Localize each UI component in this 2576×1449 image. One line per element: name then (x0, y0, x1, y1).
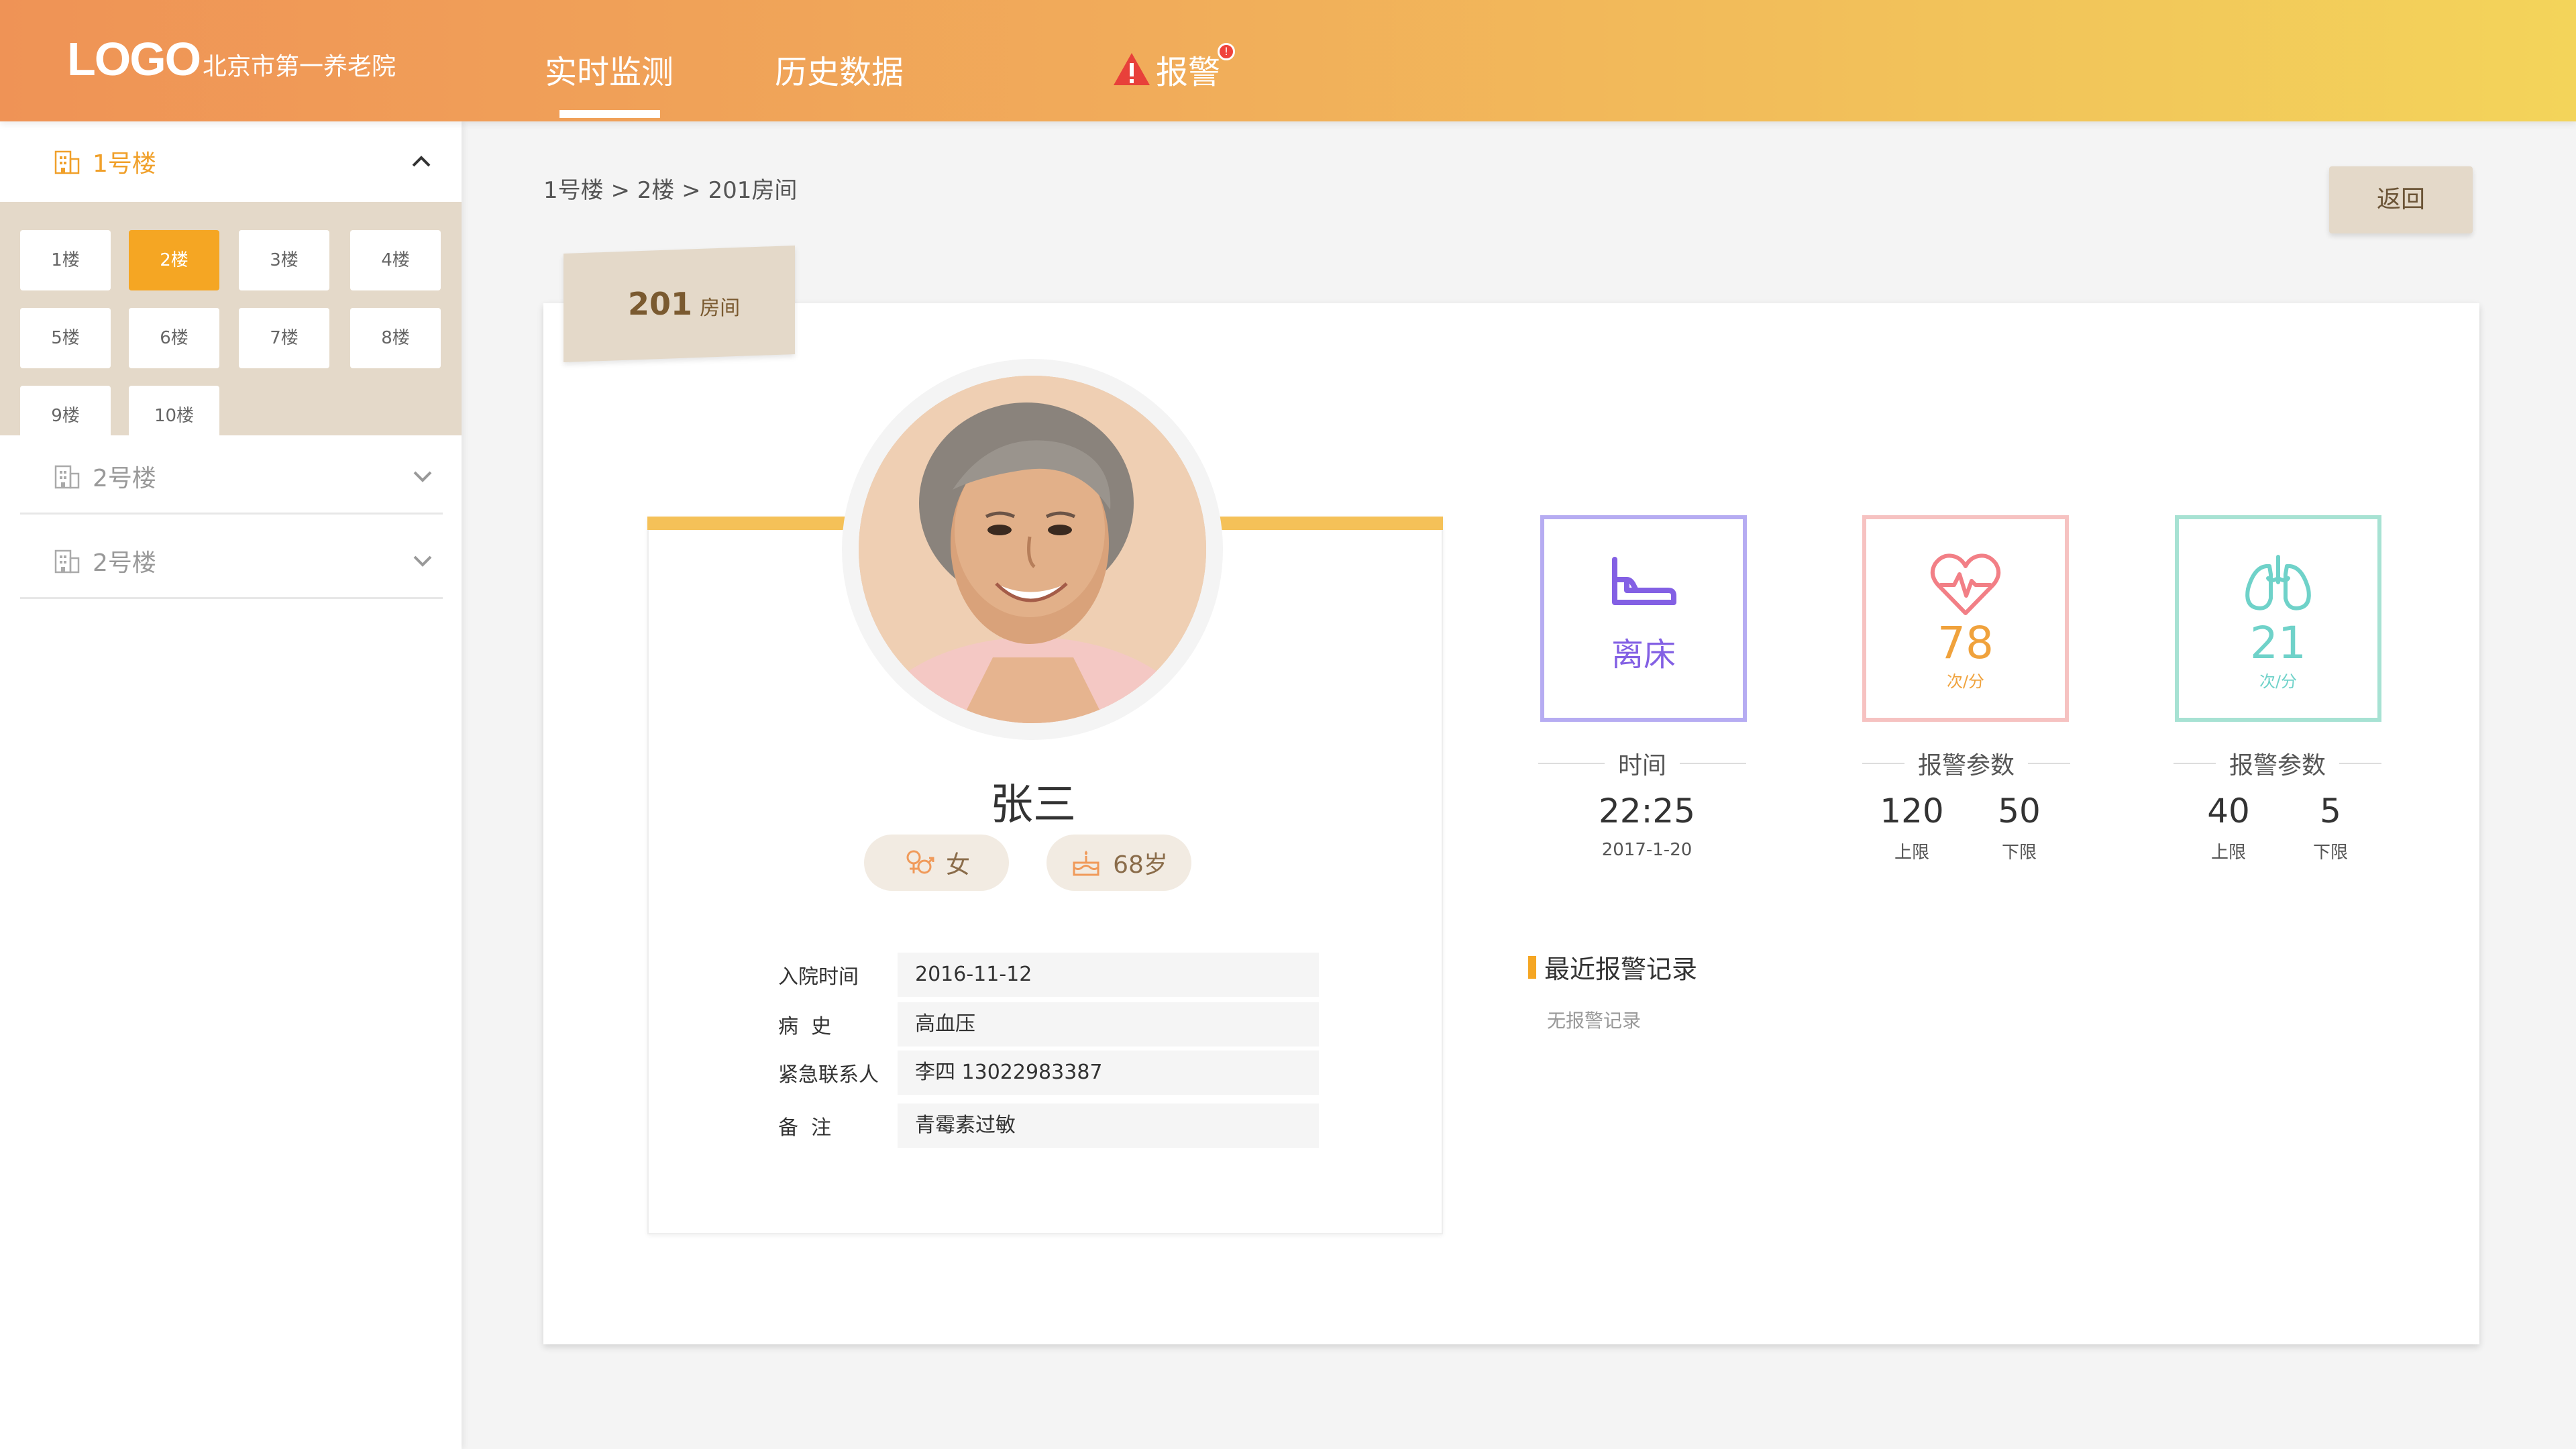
heart-upper-label: 上限 (1894, 843, 1929, 863)
respiration-monitor[interactable]: 21 次/分 (2175, 515, 2381, 722)
cake-icon (1073, 851, 1099, 876)
building-label: 2号楼 (93, 464, 156, 492)
building-icon (54, 465, 80, 488)
building-3-header[interactable]: 2号楼 (20, 524, 443, 599)
org-name: 北京市第一养老院 (203, 53, 396, 80)
resident-name: 张三 (990, 780, 1076, 830)
heart-lower-limit: 50 (1998, 792, 2041, 830)
info-value: 李四 13022983387 (898, 1051, 1319, 1095)
sub-title-label: 报警参数 (2229, 752, 2326, 780)
bed-date-value: 2017-1-20 (1601, 840, 1693, 860)
sub-title-label: 时间 (1618, 752, 1667, 780)
building-label: 1号楼 (93, 150, 156, 178)
tab-realtime-monitoring[interactable]: 实时监测 (545, 46, 674, 118)
info-row-admission: 入院时间 2016-11-12 (778, 953, 1319, 997)
tab-history-data[interactable]: 历史数据 (775, 46, 904, 93)
room-tag: 201 房间 (564, 245, 795, 363)
warning-icon (1114, 53, 1150, 85)
building-label: 2号楼 (93, 549, 156, 577)
bed-time-value: 22:25 (1598, 792, 1696, 830)
bed-time-title: 时间 (1538, 747, 1746, 780)
floor-button-9[interactable]: 9楼 (20, 386, 111, 446)
floor-button-5[interactable]: 5楼 (20, 308, 111, 368)
age-pill: 68岁 (1046, 835, 1191, 891)
no-alarm-records-text: 无报警记录 (1547, 1010, 1642, 1032)
info-label: 备 注 (778, 1116, 832, 1140)
respiration-upper-limit: 40 (2207, 792, 2250, 830)
breadcrumb: 1号楼 > 2楼 > 201房间 (543, 177, 798, 204)
avatar (859, 376, 1206, 723)
respiration-alarm-params-title: 报警参数 (2174, 747, 2381, 780)
chevron-down-icon (413, 471, 432, 482)
tab-alarm[interactable]: 报警 ! (1112, 43, 1235, 93)
info-label: 病 史 (778, 1015, 832, 1038)
respiration-lower-limit: 5 (2320, 792, 2341, 830)
heart-rate-value: 78 (1937, 617, 1994, 669)
back-button[interactable]: 返回 (2329, 166, 2473, 233)
recent-alarm-records-title: 最近报警记录 (1528, 949, 1697, 985)
bed-status-monitor[interactable]: 离床 (1540, 515, 1747, 722)
floor-button-3[interactable]: 3楼 (239, 230, 329, 290)
tab-label: 历史数据 (775, 54, 904, 91)
respiration-lower-label: 下限 (2312, 843, 2348, 863)
gender-pill: 女 (864, 835, 1009, 891)
info-label: 入院时间 (778, 965, 859, 989)
building-icon (54, 549, 80, 573)
heart-rate-unit: 次/分 (1946, 672, 1985, 691)
avatar-portrait (859, 376, 1206, 723)
section-title-label: 最近报警记录 (1544, 955, 1698, 984)
heart-lower-label: 下限 (2001, 843, 2037, 863)
heart-rate-monitor[interactable]: 78 次/分 (1862, 515, 2069, 722)
info-value: 2016-11-12 (898, 953, 1319, 997)
respiration-unit: 次/分 (2259, 672, 2298, 691)
sub-title-label: 报警参数 (1918, 752, 2015, 780)
bed-icon (1612, 557, 1676, 605)
floor-button-7[interactable]: 7楼 (239, 308, 329, 368)
tab-label: 实时监测 (545, 54, 674, 91)
floor-panel: 1楼 2楼 3楼 4楼 5楼 6楼 7楼 8楼 9楼 10楼 (0, 202, 462, 446)
gender-icon (906, 850, 934, 874)
info-row-notes: 备 注 青霉素过敏 (778, 1104, 1319, 1148)
sidebar: 1号楼 1楼 2楼 3楼 4楼 5楼 6楼 7楼 8楼 9楼 10楼 2号楼 2… (0, 121, 462, 1449)
respiration-value: 21 (2250, 617, 2306, 669)
tab-label: 报警 (1156, 54, 1221, 91)
floor-button-6[interactable]: 6楼 (129, 308, 219, 368)
heart-upper-limit: 120 (1880, 792, 1944, 830)
gender-value: 女 (945, 851, 970, 879)
floor-button-1[interactable]: 1楼 (20, 230, 111, 290)
floor-button-4[interactable]: 4楼 (350, 230, 441, 290)
info-value: 高血压 (898, 1002, 1319, 1046)
info-row-medical-history: 病 史 高血压 (778, 1002, 1319, 1046)
respiration-upper-label: 上限 (2210, 843, 2246, 863)
age-value: 68岁 (1113, 851, 1168, 879)
heart-alarm-params-title: 报警参数 (1862, 747, 2070, 780)
room-number: 201 (628, 285, 693, 322)
chevron-up-icon (412, 156, 431, 167)
floor-button-2[interactable]: 2楼 (129, 230, 219, 290)
info-value: 青霉素过敏 (898, 1104, 1319, 1148)
info-label: 紧急联系人 (778, 1063, 879, 1087)
heart-pulse-icon (1930, 553, 2001, 615)
chevron-down-icon (413, 555, 432, 567)
building-1-header[interactable]: 1号楼 (0, 121, 462, 202)
room-unit: 房间 (700, 296, 741, 320)
building-icon (54, 150, 80, 174)
logo: LOGO (67, 33, 201, 85)
info-row-emergency-contact: 紧急联系人 李四 13022983387 (778, 1051, 1319, 1095)
lungs-icon (2245, 555, 2311, 610)
avatar-frame (842, 359, 1223, 740)
floor-button-8[interactable]: 8楼 (350, 308, 441, 368)
building-2-header[interactable]: 2号楼 (20, 439, 443, 515)
floor-button-10[interactable]: 10楼 (129, 386, 219, 446)
top-header: LOGO 北京市第一养老院 实时监测 历史数据 报警 ! (0, 0, 2576, 121)
alarm-count-badge: ! (1218, 43, 1235, 60)
bed-status-value: 离床 (1611, 636, 1676, 674)
